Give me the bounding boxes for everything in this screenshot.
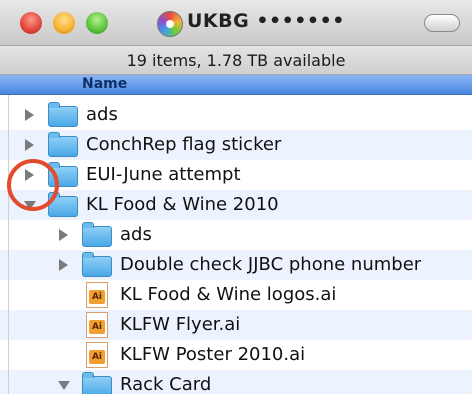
list-item[interactable]: Rack Card: [0, 370, 472, 394]
column-header-label: Name: [82, 76, 128, 92]
disclosure-triangle-collapsed-icon[interactable]: [59, 259, 68, 271]
disclosure-triangle-collapsed-icon[interactable]: [25, 139, 34, 151]
list-item[interactable]: KLFW Poster 2010.ai: [0, 340, 472, 370]
list-item-label: EUI-June attempt: [86, 164, 241, 185]
title-bar[interactable]: UKBG •••••••: [0, 0, 472, 45]
minimize-traffic-light-icon[interactable]: [53, 12, 75, 34]
disclosure-triangle-expanded-icon[interactable]: [58, 381, 70, 390]
window-title: UKBG •••••••: [187, 10, 345, 32]
list-item-label: KL Food & Wine 2010: [86, 194, 279, 215]
folder-icon: [82, 252, 112, 277]
column-header-name[interactable]: Name: [0, 75, 472, 95]
list-item[interactable]: EUI-June attempt: [0, 160, 472, 190]
list-item-label: ads: [120, 224, 152, 245]
disclosure-triangle-collapsed-icon[interactable]: [25, 109, 34, 121]
list-item[interactable]: Double check JJBC phone number: [0, 250, 472, 280]
illustrator-file-icon: [86, 342, 108, 368]
list-item[interactable]: ads: [0, 100, 472, 130]
disk-icon: [157, 11, 183, 37]
list-item[interactable]: KLFW Flyer.ai: [0, 310, 472, 340]
disclosure-triangle-collapsed-icon[interactable]: [59, 229, 68, 241]
folder-icon: [82, 222, 112, 247]
folder-icon: [82, 372, 112, 394]
status-bar: 19 items, 1.78 TB available: [0, 45, 472, 75]
illustrator-file-icon: [86, 282, 108, 308]
illustrator-file-icon: [86, 312, 108, 338]
list-item[interactable]: ConchRep flag sticker: [0, 130, 472, 160]
list-item-label: Double check JJBC phone number: [120, 254, 422, 275]
folder-icon: [48, 102, 78, 127]
list-item-label: KLFW Poster 2010.ai: [120, 344, 306, 365]
list-item-label: KLFW Flyer.ai: [120, 314, 241, 335]
list-item-label: KL Food & Wine logos.ai: [120, 284, 337, 305]
status-text: 19 items, 1.78 TB available: [126, 50, 346, 70]
zoom-traffic-light-icon[interactable]: [86, 12, 108, 34]
list-item[interactable]: KL Food & Wine 2010: [0, 190, 472, 220]
window-left-edge: [8, 95, 9, 394]
folder-icon: [48, 132, 78, 157]
list-item-label: ads: [86, 104, 118, 125]
list-item-label: Rack Card: [120, 374, 212, 394]
toolbar-toggle-button[interactable]: [424, 14, 460, 32]
list-item[interactable]: ads: [0, 220, 472, 250]
list-item-label: ConchRep flag sticker: [86, 134, 282, 155]
annotation-circle: [7, 159, 59, 211]
list-item[interactable]: KL Food & Wine logos.ai: [0, 280, 472, 310]
finder-window: UKBG ••••••• 19 items, 1.78 TB available…: [0, 0, 472, 394]
close-traffic-light-icon[interactable]: [20, 12, 42, 34]
file-list: ads ConchRep flag sticker EUI-June attem…: [0, 95, 472, 394]
